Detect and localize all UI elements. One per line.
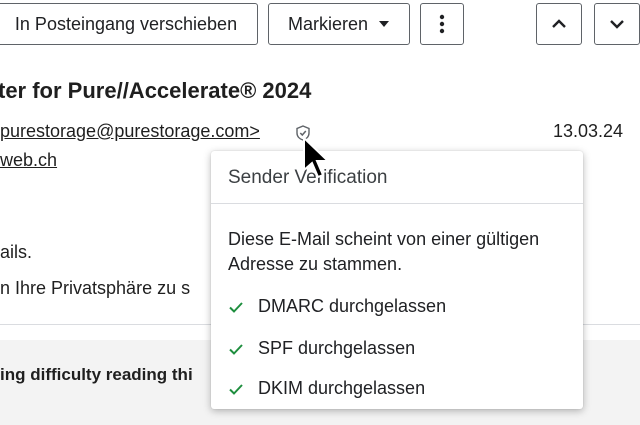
message-subject: ter for Pure//Accelerate® 2024 <box>0 78 312 103</box>
verification-description: Diese E-Mail scheint von einer gültigen … <box>228 229 540 274</box>
more-vert-icon <box>439 14 445 34</box>
recipient-address-link[interactable]: web.ch <box>0 150 57 171</box>
check-row-spf: SPF durchgelassen <box>228 338 415 359</box>
message-date: 13.03.24 <box>553 121 624 141</box>
sender-verification-popup: Sender Verification Diese E-Mail scheint… <box>211 151 583 409</box>
body-text-line: n Ihre Privatsphäre zu s <box>0 278 191 298</box>
check-row-dmarc: DMARC durchgelassen <box>228 296 446 317</box>
check-icon <box>229 301 243 313</box>
next-message-button[interactable] <box>594 3 640 45</box>
caret-down-icon <box>379 21 390 27</box>
body-text-line: ing difficulty reading thi <box>0 365 193 384</box>
body-text-line: ails. <box>0 242 33 262</box>
check-label: DKIM durchgelassen <box>258 378 426 398</box>
mark-dropdown-button[interactable]: Markieren <box>268 3 410 45</box>
check-label: SPF durchgelassen <box>258 338 416 358</box>
previous-message-button[interactable] <box>536 3 582 45</box>
more-options-button[interactable] <box>420 3 464 45</box>
chevron-up-icon <box>552 19 566 28</box>
check-row-dkim: DKIM durchgelassen <box>228 378 425 399</box>
move-to-inbox-label: In Posteingang verschieben <box>14 13 238 34</box>
divider <box>211 203 583 204</box>
move-to-inbox-button[interactable]: In Posteingang verschieben <box>0 3 258 45</box>
check-icon <box>229 343 243 355</box>
sender-address-link[interactable]: purestorage@purestorage.com> <box>0 121 260 142</box>
mouse-cursor-icon <box>303 136 331 179</box>
check-icon <box>229 383 243 395</box>
chevron-down-icon <box>610 20 624 29</box>
check-label: DMARC durchgelassen <box>258 296 447 316</box>
mark-label: Markieren <box>287 13 369 34</box>
